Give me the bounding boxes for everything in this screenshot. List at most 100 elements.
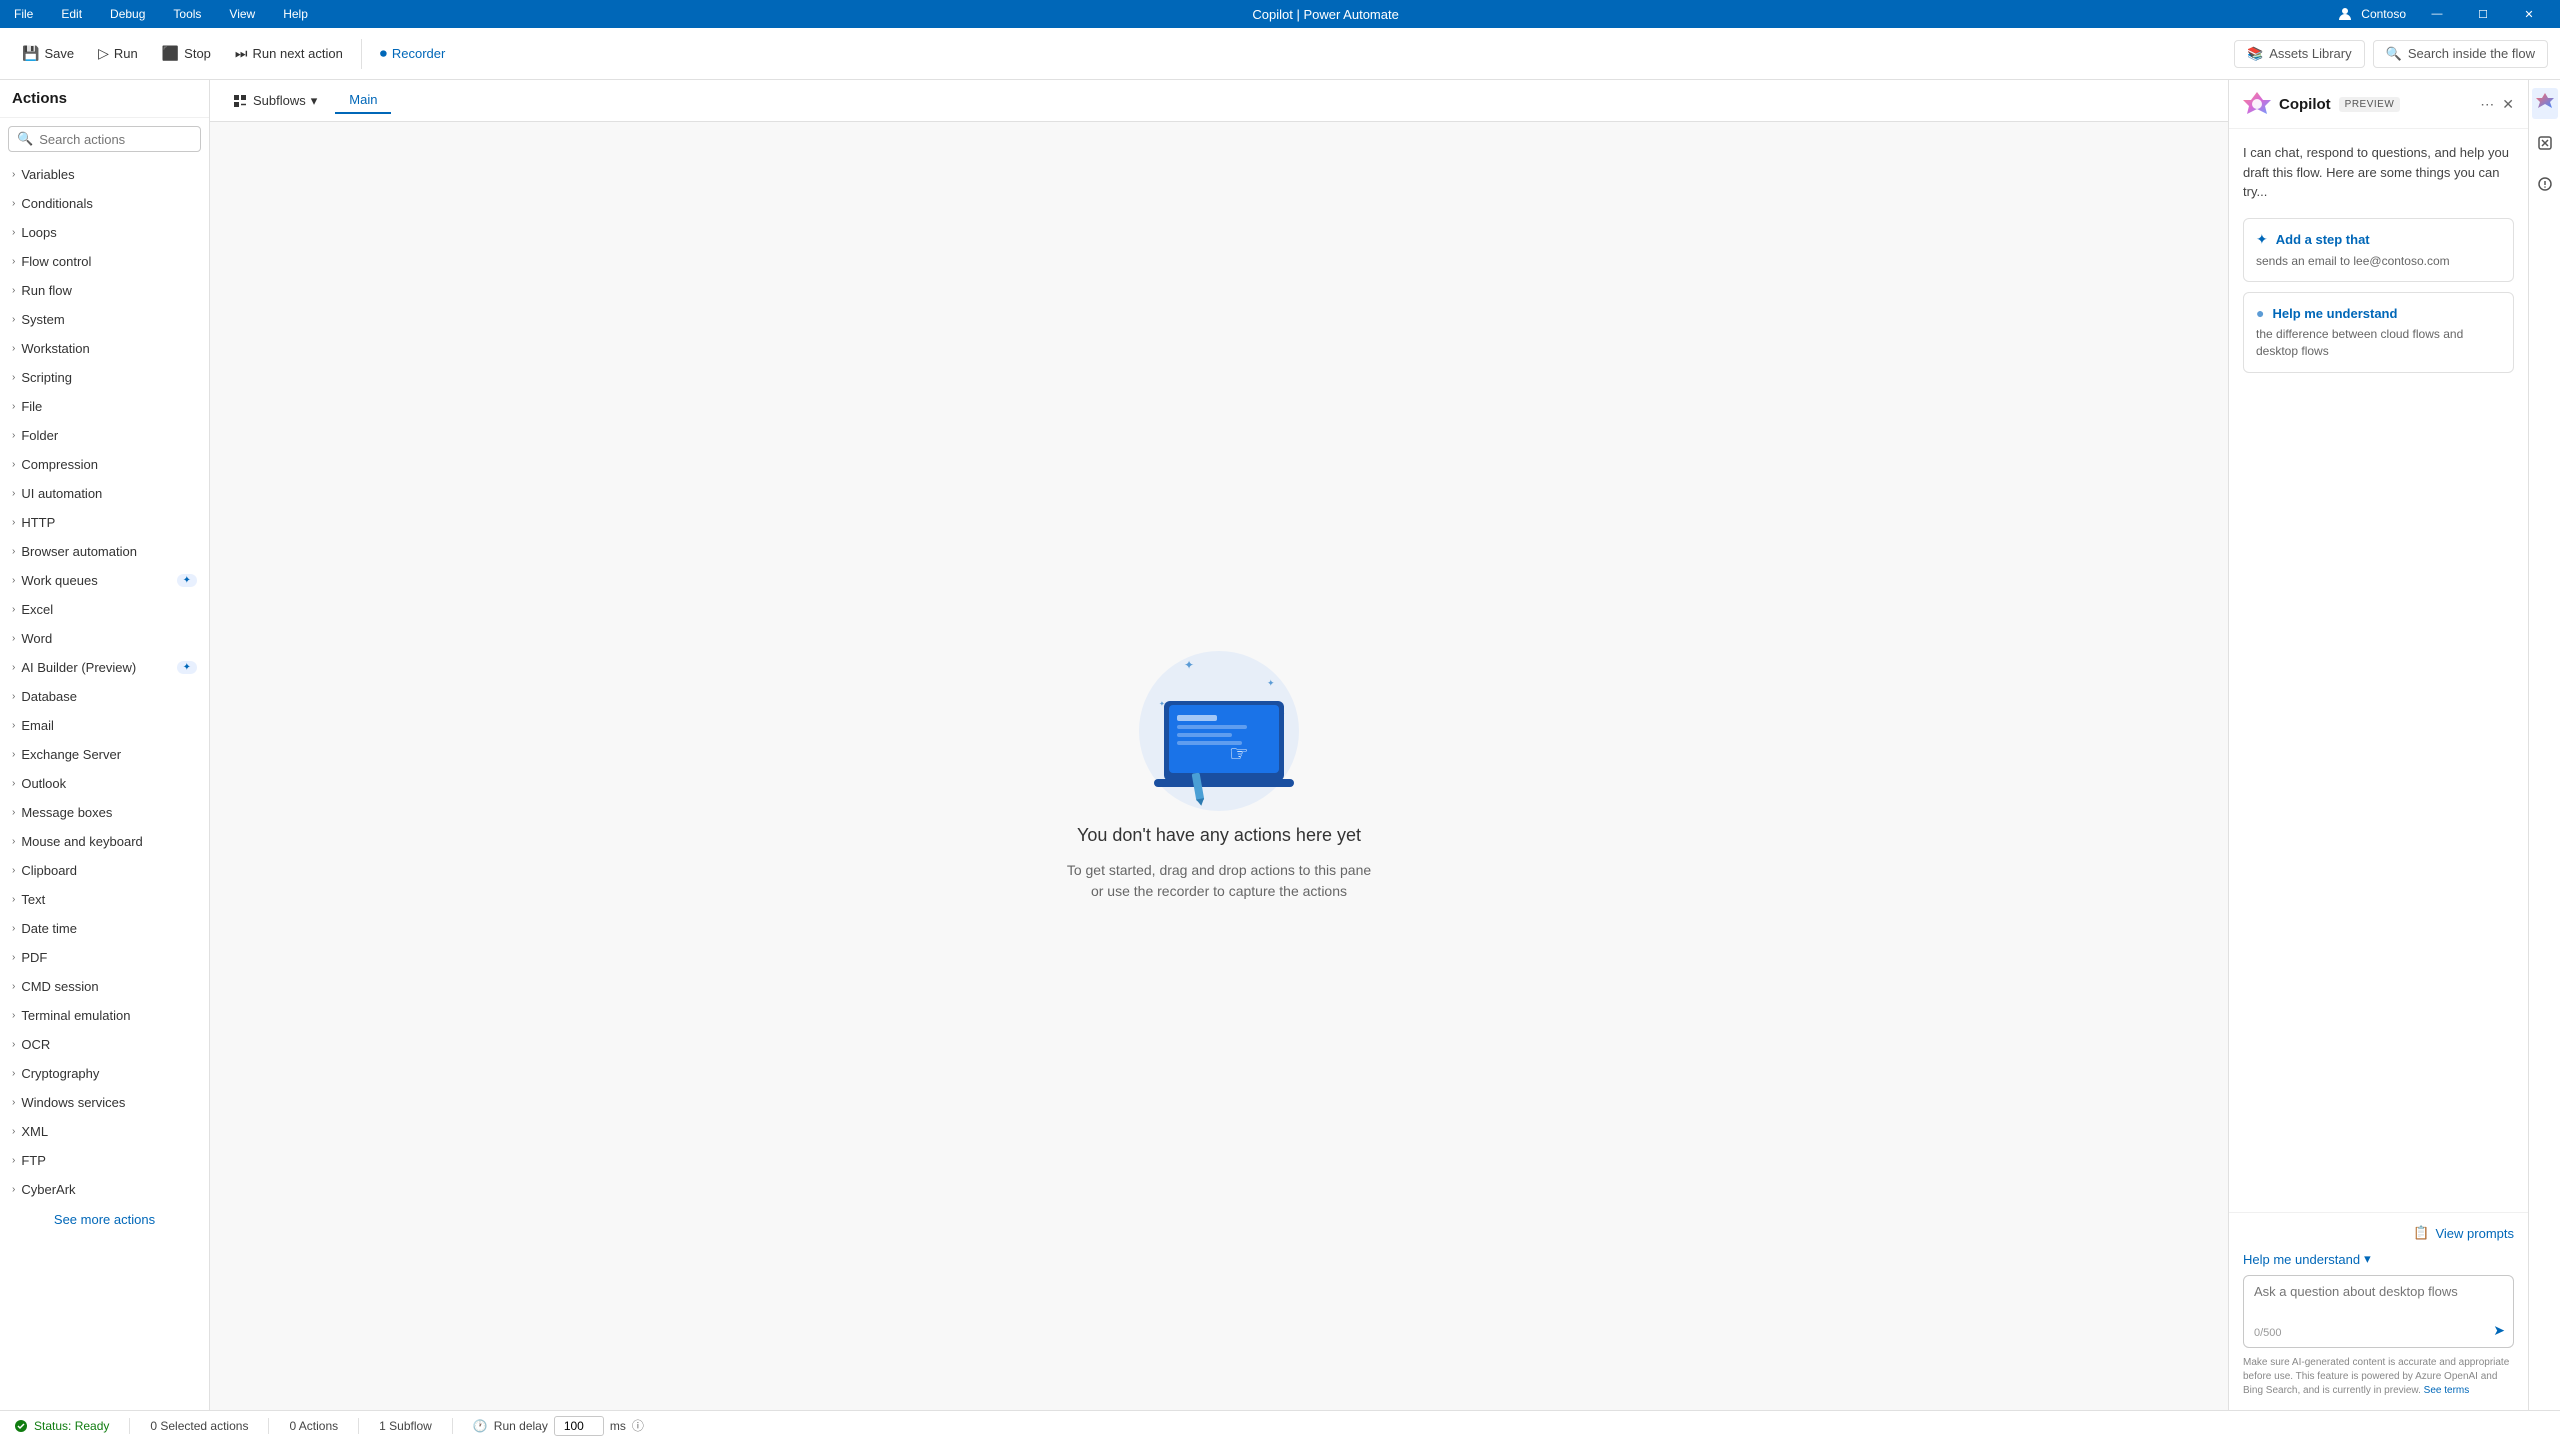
copilot-options-button[interactable]: ⋯ (2480, 96, 2494, 113)
action-item-ai-builder[interactable]: ›AI Builder (Preview)✦ (0, 653, 209, 682)
user-name[interactable]: Contoso (2361, 7, 2406, 21)
menu-item-edit[interactable]: Edit (55, 5, 88, 23)
save-icon: 💾 (22, 45, 39, 62)
suggestion-card-help-understand[interactable]: ● Help me understand the difference betw… (2243, 292, 2514, 373)
action-item-ftp[interactable]: ›FTP (0, 1146, 209, 1175)
errors-panel-button[interactable] (2533, 172, 2557, 201)
minimize-button[interactable]: ― (2414, 0, 2460, 28)
action-item-text[interactable]: ›Text (0, 885, 209, 914)
action-item-compression[interactable]: ›Compression (0, 450, 209, 479)
subflows-icon (232, 93, 248, 109)
action-item-ocr[interactable]: ›OCR (0, 1030, 209, 1059)
action-item-file[interactable]: ›File (0, 392, 209, 421)
status-ready-icon (14, 1419, 28, 1433)
run-delay-info-icon[interactable]: ⓘ (632, 1417, 644, 1434)
action-item-exchange-server[interactable]: ›Exchange Server (0, 740, 209, 769)
action-item-browser-automation[interactable]: ›Browser automation (0, 537, 209, 566)
main-layout: Actions 🔍 ›Variables ›Conditionals ›Loop… (0, 80, 2560, 1410)
copilot-footer: 📋 View prompts Help me understand ▾ 0/50… (2229, 1212, 2528, 1410)
action-item-windows-services[interactable]: ›Windows services (0, 1088, 209, 1117)
action-item-folder[interactable]: ›Folder (0, 421, 209, 450)
see-terms-link[interactable]: See terms (2424, 1385, 2470, 1396)
help-understand-chevron: ▾ (2364, 1251, 2371, 1267)
action-item-email[interactable]: ›Email (0, 711, 209, 740)
send-button[interactable]: ➤ (2493, 1322, 2505, 1339)
status-ready: Status: Ready (14, 1419, 109, 1433)
empty-state-title: You don't have any actions here yet (1077, 825, 1361, 846)
close-button[interactable]: ✕ (2506, 0, 2552, 28)
toolbar-right: 📚 Assets Library 🔍 Search inside the flo… (2234, 40, 2548, 68)
menu-item-help[interactable]: Help (277, 5, 314, 23)
maximize-button[interactable]: ☐ (2460, 0, 2506, 28)
action-item-excel[interactable]: ›Excel (0, 595, 209, 624)
subflows-chevron-icon: ▾ (311, 93, 318, 109)
run-delay-input[interactable] (554, 1416, 604, 1436)
copilot-panel-toggle-button[interactable] (2532, 88, 2558, 119)
run-button[interactable]: ▷ Run (88, 40, 148, 67)
recorder-button[interactable]: ⏺ Recorder (370, 40, 455, 67)
action-item-run-flow[interactable]: ›Run flow (0, 276, 209, 305)
copilot-body: I can chat, respond to questions, and he… (2229, 129, 2528, 1212)
help-understand-title: Help me understand (2272, 306, 2397, 321)
subflows-dropdown-button[interactable]: Subflows ▾ (222, 88, 327, 114)
action-item-scripting[interactable]: ›Scripting (0, 363, 209, 392)
action-item-loops[interactable]: ›Loops (0, 218, 209, 247)
stop-button[interactable]: ⬛ Stop (152, 40, 221, 67)
view-prompts-button[interactable]: 📋 View prompts (2243, 1225, 2514, 1241)
clock-icon: 🕐 (473, 1419, 488, 1433)
menu-item-file[interactable]: File (8, 5, 39, 23)
action-item-http[interactable]: ›HTTP (0, 508, 209, 537)
main-tab[interactable]: Main (335, 87, 391, 114)
recorder-icon: ⏺ (380, 45, 387, 62)
svg-text:☞: ☞ (1229, 741, 1249, 766)
action-item-workstation[interactable]: ›Workstation (0, 334, 209, 363)
action-item-date-time[interactable]: ›Date time (0, 914, 209, 943)
assets-library-button[interactable]: 📚 Assets Library (2234, 40, 2365, 68)
action-item-cryptography[interactable]: ›Cryptography (0, 1059, 209, 1088)
action-item-work-queues[interactable]: ›Work queues✦ (0, 566, 209, 595)
action-item-database[interactable]: ›Database (0, 682, 209, 711)
search-actions-input[interactable] (39, 132, 192, 147)
help-understand-icon: ● (2256, 305, 2264, 321)
add-step-title: Add a step that (2276, 232, 2370, 247)
copilot-right-icon (2536, 92, 2554, 110)
empty-state-subtitle: To get started, drag and drop actions to… (1067, 860, 1371, 902)
action-item-variables[interactable]: ›Variables (0, 160, 209, 189)
help-understand-dropdown[interactable]: Help me understand ▾ (2243, 1251, 2514, 1267)
action-item-clipboard[interactable]: ›Clipboard (0, 856, 209, 885)
action-item-mouse-keyboard[interactable]: ›Mouse and keyboard (0, 827, 209, 856)
action-item-outlook[interactable]: ›Outlook (0, 769, 209, 798)
see-more-actions-link[interactable]: See more actions (0, 1204, 209, 1235)
prompt-icon: 📋 (2413, 1225, 2429, 1241)
action-item-conditionals[interactable]: ›Conditionals (0, 189, 209, 218)
menu-item-tools[interactable]: Tools (167, 5, 207, 23)
action-item-xml[interactable]: ›XML (0, 1117, 209, 1146)
action-item-cyberark[interactable]: ›CyberArk (0, 1175, 209, 1204)
search-actions-container: 🔍 (8, 126, 201, 152)
action-item-message-boxes[interactable]: ›Message boxes (0, 798, 209, 827)
action-item-word[interactable]: ›Word (0, 624, 209, 653)
action-item-ui-automation[interactable]: ›UI automation (0, 479, 209, 508)
status-separator-1 (129, 1418, 130, 1434)
search-flow-button[interactable]: 🔍 Search inside the flow (2373, 40, 2548, 68)
errors-icon (2537, 176, 2553, 192)
action-item-pdf[interactable]: ›PDF (0, 943, 209, 972)
status-separator-2 (268, 1418, 269, 1434)
copilot-panel: Copilot PREVIEW ⋯ ✕ I can chat, respond … (2228, 80, 2528, 1410)
copilot-input[interactable] (2254, 1284, 2503, 1324)
save-button[interactable]: 💾 Save (12, 40, 84, 67)
copilot-close-button[interactable]: ✕ (2502, 96, 2514, 113)
menu-item-debug[interactable]: Debug (104, 5, 151, 23)
right-icons-bar (2528, 80, 2560, 1410)
action-item-cmd-session[interactable]: ›CMD session (0, 972, 209, 1001)
variables-panel-button[interactable] (2533, 131, 2557, 160)
action-item-flow-control[interactable]: ›Flow control (0, 247, 209, 276)
action-item-system[interactable]: ›System (0, 305, 209, 334)
run-next-action-button[interactable]: ⏭ Run next action (225, 40, 353, 67)
run-icon: ▷ (98, 45, 109, 62)
copilot-header-actions: ⋯ ✕ (2480, 96, 2514, 113)
menu-item-view[interactable]: View (223, 5, 261, 23)
action-item-terminal-emulation[interactable]: ›Terminal emulation (0, 1001, 209, 1030)
user-area: Contoso ― ☐ ✕ (2337, 0, 2552, 28)
suggestion-card-add-step[interactable]: ✦ Add a step that sends an email to lee@… (2243, 218, 2514, 283)
